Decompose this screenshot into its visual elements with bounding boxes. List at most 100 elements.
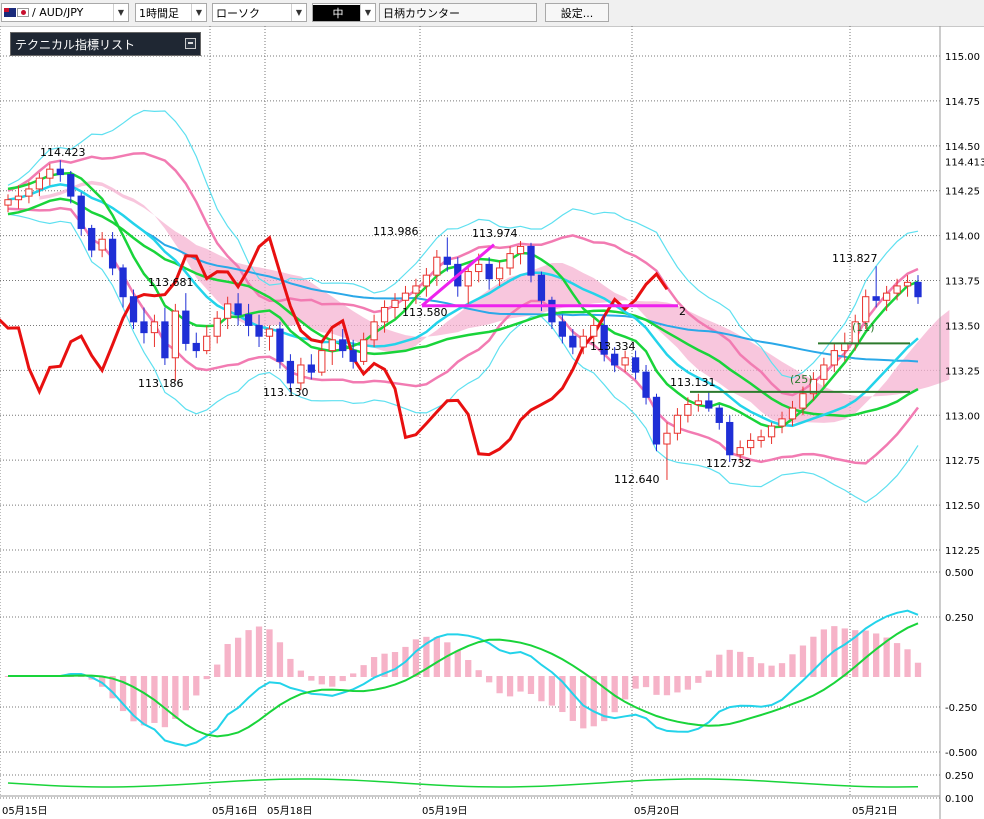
price-annotation: 113.580	[402, 306, 448, 319]
macd-histogram-bar	[642, 676, 650, 688]
candle-body	[569, 335, 577, 348]
chevron-down-icon[interactable]: ▼	[291, 4, 306, 21]
line-width-label: 中	[313, 4, 360, 21]
timeframe-label: 1時間足	[139, 6, 179, 20]
price-tick-label: 113.75	[945, 277, 980, 288]
chart-type-label: ローソク	[216, 6, 260, 20]
chevron-down-icon[interactable]: ▼	[360, 4, 375, 21]
price-tick-label: 114.75	[945, 97, 980, 108]
macd-histogram-bar	[266, 629, 273, 677]
candle-body	[4, 199, 12, 206]
candle-body	[276, 328, 284, 362]
price-tick-label: 114.50	[945, 142, 980, 153]
candle-body	[903, 281, 912, 287]
candle-body	[757, 436, 765, 441]
candle-body	[820, 364, 828, 380]
macd-histogram-bar	[841, 628, 848, 677]
candle-body	[67, 174, 75, 197]
price-tick-label: 114.413	[945, 157, 984, 168]
macd-histogram-bar	[737, 651, 744, 677]
macd-histogram-bar	[412, 639, 420, 677]
candle-body	[736, 447, 744, 456]
price-chart[interactable]: 114.423 113.681 113.186 113.130 113.986 113.5…	[0, 26, 984, 819]
candle-body	[684, 403, 692, 416]
candle-body	[171, 310, 179, 359]
candle-body	[914, 281, 922, 298]
candle-body	[14, 195, 23, 201]
price-annotation: 112.640	[614, 473, 660, 486]
candle-body	[726, 421, 734, 456]
candle-body	[862, 296, 870, 323]
price-annotation: 112.732	[706, 457, 752, 470]
counter-button[interactable]: 日柄カウンター	[379, 3, 537, 22]
candle-body	[579, 335, 587, 348]
chart-type-select[interactable]: ローソク ▼	[212, 3, 307, 22]
chevron-down-icon[interactable]: ▼	[113, 4, 128, 21]
time-tick-label: 05月18日	[267, 805, 312, 817]
candle-body	[621, 357, 629, 366]
candle-body	[213, 317, 221, 337]
price-tick-label: 114.25	[945, 187, 980, 198]
candle-body	[108, 238, 117, 269]
candle-body	[799, 393, 807, 409]
candle-body	[359, 339, 368, 362]
candle-body	[35, 177, 44, 190]
macd-histogram-bar	[360, 665, 367, 677]
time-tick-label: 05月16日	[212, 805, 257, 817]
counter-label: 日柄カウンター	[383, 6, 460, 20]
macd-histogram-bar	[695, 676, 702, 683]
candle-body	[443, 256, 451, 265]
macd-histogram-bar	[663, 676, 671, 696]
timeframe-select[interactable]: 1時間足 ▼	[135, 3, 207, 22]
macd-histogram-bar	[726, 649, 733, 677]
candle-body	[192, 342, 200, 352]
candle-body	[224, 303, 232, 319]
price-annotation: 113.130	[263, 386, 309, 399]
candle-body	[642, 371, 650, 398]
macd-histogram-bar	[465, 660, 472, 677]
candle-body	[349, 350, 357, 362]
macd-histogram-bar	[705, 670, 712, 677]
macd-histogram-bar	[350, 673, 357, 677]
candle-body	[485, 263, 493, 280]
price-tick-label: 112.50	[945, 501, 980, 512]
candle-body	[401, 292, 410, 301]
macd-histogram-bar	[538, 676, 545, 702]
macd-histogram-bar	[893, 643, 901, 677]
chevron-down-icon[interactable]: ▼	[191, 4, 206, 21]
candle-body	[631, 357, 640, 373]
macd-histogram-bar	[444, 642, 451, 677]
candle-body	[234, 303, 242, 316]
price-annotation: 2	[679, 305, 686, 318]
candle-body	[140, 321, 148, 334]
candle-body	[380, 306, 389, 323]
candle-body	[516, 245, 525, 255]
settings-button[interactable]: 設定...	[545, 3, 609, 22]
price-annotation: 113.827	[832, 252, 878, 265]
candle-body	[433, 256, 441, 276]
macd-histogram-bar	[632, 676, 639, 689]
price-axis: 115.00 114.75 114.50 114.413 114.25 114.00 113…	[939, 26, 984, 819]
macd-histogram-bar	[904, 649, 911, 677]
candle-body	[464, 271, 472, 287]
candle-body	[150, 321, 159, 334]
candle-body	[893, 285, 901, 294]
candle-body	[129, 296, 138, 323]
line-width-select[interactable]: 中 ▼	[312, 3, 376, 22]
candle-body	[318, 350, 326, 373]
macd-histogram-bar	[496, 676, 503, 694]
macd-histogram-bar	[820, 629, 827, 677]
candle-body	[694, 400, 702, 405]
candle-body	[46, 168, 54, 179]
candle-body	[328, 339, 336, 352]
macd-histogram-bar	[653, 676, 660, 695]
macd-histogram-bar	[214, 664, 221, 677]
candle-body	[705, 400, 713, 409]
macd-histogram-bar	[308, 676, 315, 681]
symbol-select[interactable]: / AUD/JPY ▼	[1, 3, 129, 22]
price-tick-label: 113.50	[945, 321, 980, 332]
candle-body	[590, 324, 598, 337]
macd-histogram-bar	[276, 642, 284, 677]
price-annotation: (25)	[790, 373, 813, 386]
macd-histogram-bar	[224, 644, 231, 677]
